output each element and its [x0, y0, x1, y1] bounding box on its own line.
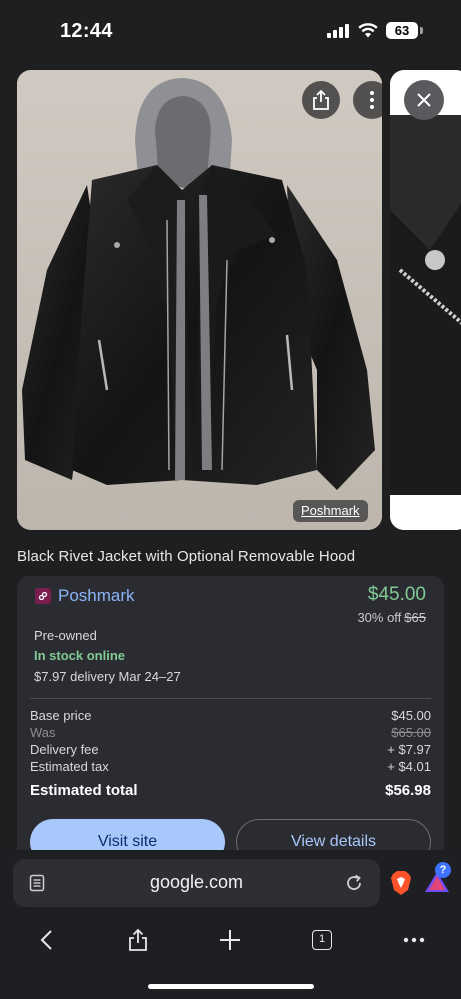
brave-rewards-button[interactable]: ? — [423, 862, 451, 896]
cellular-signal-icon — [327, 24, 351, 38]
poshmark-logo-icon — [35, 588, 51, 604]
chevron-left-icon — [40, 930, 52, 950]
base-price-label: Base price — [30, 708, 92, 723]
plus-icon — [220, 930, 240, 950]
delivery-fee-value: + $7.97 — [387, 742, 431, 757]
more-vertical-icon — [370, 91, 374, 109]
estimated-total-value: $56.98 — [385, 782, 431, 799]
base-price-row: Base price $45.00 — [30, 708, 431, 725]
tab-count: 1 — [312, 930, 332, 950]
merchant-row[interactable]: Poshmark — [35, 586, 135, 606]
jacket-photo — [17, 70, 382, 530]
new-tab-button[interactable] — [215, 926, 245, 954]
discount-label: 30% off $65 — [357, 610, 426, 625]
status-bar: 12:44 63 — [0, 0, 461, 62]
offer-card: Poshmark $45.00 30% off $65 Pre-owned In … — [17, 576, 444, 866]
was-price-label: Was — [30, 725, 56, 740]
divider — [30, 698, 431, 699]
share-button[interactable] — [123, 926, 153, 954]
jacket-closeup-photo — [390, 115, 461, 530]
stock-status: In stock online — [34, 648, 126, 663]
reload-icon[interactable] — [344, 873, 364, 893]
close-icon — [417, 93, 431, 107]
tabs-button[interactable]: 1 — [307, 926, 337, 954]
original-price: $65 — [404, 610, 426, 625]
estimated-tax-row: Estimated tax + $4.01 — [30, 759, 431, 776]
next-product-image[interactable] — [390, 70, 461, 530]
url-text[interactable]: google.com — [13, 872, 380, 893]
estimated-total-row: Estimated total $56.98 — [30, 782, 431, 799]
product-image[interactable] — [17, 70, 382, 530]
base-price-value: $45.00 — [391, 708, 431, 723]
item-condition: Pre-owned — [34, 628, 97, 643]
estimated-tax-label: Estimated tax — [30, 759, 109, 774]
estimated-tax-value: + $4.01 — [387, 759, 431, 774]
home-indicator[interactable] — [148, 984, 314, 989]
estimated-total-label: Estimated total — [30, 782, 138, 799]
image-source-link[interactable]: Poshmark — [293, 500, 368, 522]
more-horizontal-icon — [403, 937, 425, 943]
delivery-fee-label: Delivery fee — [30, 742, 99, 757]
product-title: Black Rivet Jacket with Optional Removab… — [17, 548, 356, 565]
share-icon — [313, 90, 329, 110]
share-image-button[interactable] — [302, 81, 340, 119]
brave-shields-icon[interactable] — [390, 870, 412, 896]
merchant-name[interactable]: Poshmark — [58, 586, 135, 606]
wifi-icon — [358, 23, 378, 38]
was-price-value: $65.00 — [391, 725, 431, 740]
rewards-badge: ? — [435, 862, 451, 878]
battery-cap — [420, 27, 423, 34]
menu-button[interactable] — [399, 926, 429, 954]
share-icon — [129, 928, 147, 951]
close-viewer-button[interactable] — [404, 80, 444, 120]
delivery-fee-row: Delivery fee + $7.97 — [30, 742, 431, 759]
bottom-nav: 1 — [0, 920, 461, 960]
status-time: 12:44 — [60, 20, 113, 42]
browser-toolbar: google.com ? 1 — [0, 850, 461, 999]
back-button[interactable] — [31, 926, 61, 954]
delivery-info: $7.97 delivery Mar 24–27 — [34, 669, 181, 684]
discount-percent: 30% off — [357, 610, 402, 625]
was-price-row: Was $65.00 — [30, 725, 431, 742]
battery-indicator: 63 — [386, 22, 418, 39]
offer-price: $45.00 — [367, 584, 426, 605]
address-bar[interactable]: google.com — [13, 859, 380, 907]
